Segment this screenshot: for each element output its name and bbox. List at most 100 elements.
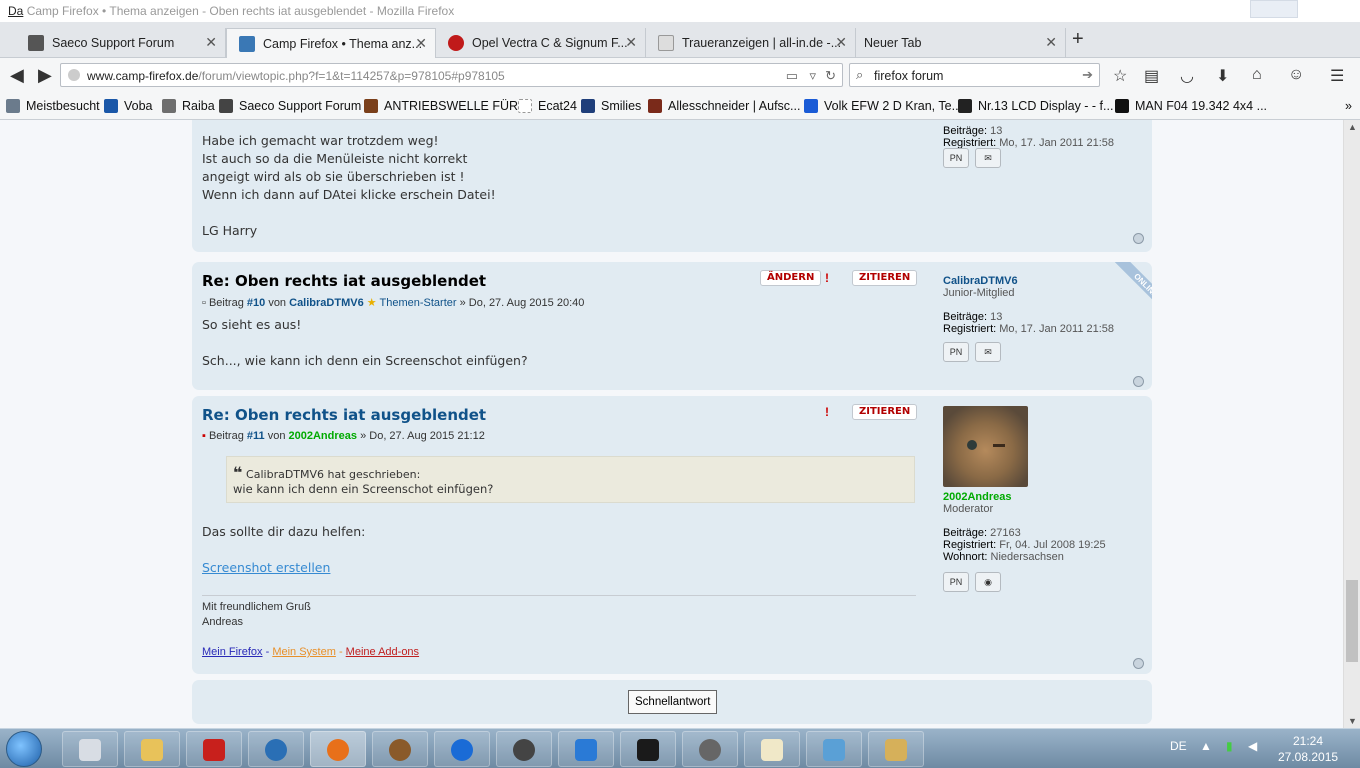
bookmark-smilies[interactable]: Smilies bbox=[581, 99, 641, 113]
search-input[interactable]: firefox forum bbox=[874, 69, 943, 83]
bookmark-voba[interactable]: Voba bbox=[104, 99, 153, 113]
task-explorer-computer[interactable] bbox=[62, 731, 118, 767]
report-icon[interactable]: ! bbox=[819, 404, 835, 420]
bookmark-lcd[interactable]: Nr.13 LCD Display - - f... bbox=[958, 99, 1113, 113]
top-icon[interactable] bbox=[1133, 658, 1144, 669]
bookmarks-menu-icon[interactable]: ▤ bbox=[1144, 66, 1159, 86]
tab-traueranzeigen[interactable]: Traueranzeigen | all-in.de -... ✕ bbox=[646, 28, 856, 58]
site-identity-icon[interactable] bbox=[68, 69, 80, 81]
menu-icon[interactable]: ☰ bbox=[1330, 66, 1344, 86]
dropdown-icon[interactable]: ▿ bbox=[809, 68, 816, 84]
bookmarks-more-button[interactable]: » bbox=[1345, 99, 1352, 113]
hello-icon[interactable]: ☺ bbox=[1288, 66, 1304, 84]
sig-link-mein-firefox[interactable]: Mein Firefox bbox=[202, 646, 263, 658]
post-number-link[interactable]: #11 bbox=[247, 430, 265, 442]
close-icon[interactable]: ✕ bbox=[205, 34, 217, 51]
forward-button[interactable]: ▶ bbox=[38, 65, 52, 86]
task-app-image[interactable] bbox=[806, 731, 862, 767]
close-icon[interactable]: ✕ bbox=[835, 34, 847, 51]
email-button[interactable]: ✉ bbox=[975, 148, 1001, 168]
quick-reply-button[interactable]: Schnellantwort bbox=[628, 690, 718, 714]
man-icon bbox=[1115, 99, 1129, 113]
task-monkey[interactable] bbox=[372, 731, 428, 767]
pm-button[interactable]: PN bbox=[943, 572, 969, 592]
report-icon[interactable]: ! bbox=[819, 270, 835, 286]
task-app-doc[interactable] bbox=[744, 731, 800, 767]
quick-reply-panel: Schnellantwort bbox=[192, 680, 1152, 724]
avatar[interactable] bbox=[943, 406, 1028, 487]
home-icon[interactable]: ⌂ bbox=[1252, 66, 1262, 84]
tab-new[interactable]: Neuer Tab ✕ bbox=[852, 28, 1066, 58]
bookmark-antriebswelle[interactable]: ANTRIEBSWELLE FÜR ... bbox=[364, 99, 532, 113]
profile-name[interactable]: CalibraDTMV6 bbox=[943, 275, 1143, 287]
close-icon[interactable]: ✕ bbox=[415, 35, 427, 52]
task-app-spider[interactable] bbox=[620, 731, 676, 767]
tab-saeco[interactable]: Saeco Support Forum ✕ bbox=[16, 28, 226, 58]
pm-button[interactable]: PN bbox=[943, 342, 969, 362]
tab-camp-firefox[interactable]: Camp Firefox • Thema anz... ✕ bbox=[226, 28, 436, 58]
scroll-down-icon[interactable]: ▼ bbox=[1348, 716, 1357, 726]
page-scrollbar[interactable]: ▲ ▼ bbox=[1343, 120, 1360, 728]
tab-opel[interactable]: Opel Vectra C & Signum F... ✕ bbox=[436, 28, 646, 58]
close-icon[interactable]: ✕ bbox=[625, 34, 637, 51]
top-icon[interactable] bbox=[1133, 376, 1144, 387]
network-icon[interactable]: ▮ bbox=[1226, 739, 1233, 753]
bookmark-man[interactable]: MAN F04 19.342 4x4 ... bbox=[1115, 99, 1267, 113]
bookmark-allesschneider[interactable]: Allesschneider | Aufsc... bbox=[648, 99, 800, 113]
email-button[interactable]: ✉ bbox=[975, 342, 1001, 362]
top-icon[interactable] bbox=[1133, 233, 1144, 244]
quote-button[interactable]: ZITIEREN bbox=[852, 270, 918, 286]
shop-icon bbox=[364, 99, 378, 113]
bookmark-raiba[interactable]: Raiba bbox=[162, 99, 215, 113]
post-partial: Habe ich gemacht war trotzdem weg! Ist a… bbox=[192, 120, 1152, 252]
pm-button[interactable]: PN bbox=[943, 148, 969, 168]
task-app-circle[interactable] bbox=[682, 731, 738, 767]
post-date: » Do, 27. Aug 2015 20:40 bbox=[459, 297, 585, 309]
start-button[interactable] bbox=[6, 731, 42, 767]
task-thunderbird[interactable] bbox=[248, 731, 304, 767]
task-acrobat[interactable] bbox=[186, 731, 242, 767]
signature: Mit freundlichem Gruß Andreas Mein Firef… bbox=[202, 595, 916, 660]
smilies-icon bbox=[581, 99, 595, 113]
search-go-icon[interactable]: ➔ bbox=[1082, 67, 1093, 83]
screenshot-link[interactable]: Screenshot erstellen bbox=[202, 560, 330, 575]
sig-link-meine-addons[interactable]: Meine Add-ons bbox=[346, 646, 419, 658]
task-app-paint[interactable] bbox=[868, 731, 924, 767]
url-bar[interactable]: www.camp-firefox.de/forum/viewtopic.php?… bbox=[60, 63, 843, 87]
task-app-blue[interactable] bbox=[434, 731, 490, 767]
task-app-grey[interactable] bbox=[496, 731, 552, 767]
task-explorer[interactable] bbox=[124, 731, 180, 767]
new-tab-button[interactable]: + bbox=[1072, 28, 1084, 51]
reader-view-icon[interactable]: ▭ bbox=[786, 68, 798, 84]
bookmark-volk[interactable]: Volk EFW 2 D Kran, Te... bbox=[804, 99, 962, 113]
folder-icon bbox=[141, 739, 163, 761]
task-firefox[interactable] bbox=[310, 731, 366, 767]
bookmark-meistbesucht[interactable]: Meistbesucht bbox=[6, 99, 100, 113]
volume-icon[interactable]: ◀ bbox=[1248, 739, 1257, 753]
close-icon[interactable]: ✕ bbox=[1045, 34, 1057, 51]
website-icon[interactable]: ◉ bbox=[975, 572, 1001, 592]
task-app-gamepad[interactable] bbox=[558, 731, 614, 767]
author-link[interactable]: CalibraDTMV6 bbox=[289, 297, 364, 309]
edit-button[interactable]: ÄNDERN bbox=[760, 270, 822, 286]
quote-button[interactable]: ZITIEREN bbox=[852, 404, 918, 420]
pocket-icon[interactable]: ◡ bbox=[1180, 66, 1194, 86]
sig-link-mein-system[interactable]: Mein System bbox=[272, 646, 336, 658]
post-number-link[interactable]: #10 bbox=[247, 297, 265, 309]
search-bar[interactable]: ⌕ firefox forum ➔ bbox=[849, 63, 1100, 87]
author-link[interactable]: 2002Andreas bbox=[289, 430, 358, 442]
scroll-up-icon[interactable]: ▲ bbox=[1348, 122, 1357, 132]
reload-icon[interactable]: ↻ bbox=[825, 68, 836, 84]
taskbar-clock[interactable]: 21:24 27.08.2015 bbox=[1278, 733, 1338, 765]
scrollbar-thumb[interactable] bbox=[1346, 580, 1358, 662]
post-title[interactable]: Re: Oben rechts iat ausgeblendet bbox=[202, 406, 917, 424]
tray-expand-icon[interactable]: ▲ bbox=[1200, 739, 1212, 753]
bookmark-ecat24[interactable]: Ecat24 bbox=[518, 99, 577, 113]
language-indicator[interactable]: DE bbox=[1170, 739, 1187, 753]
profile-name[interactable]: 2002Andreas bbox=[943, 491, 1143, 503]
back-button[interactable]: ◀ bbox=[10, 65, 24, 86]
bookmark-star-icon[interactable]: ☆ bbox=[1113, 66, 1127, 86]
downloads-icon[interactable]: ⬇ bbox=[1216, 66, 1229, 86]
bookmark-saeco[interactable]: Saeco Support Forum bbox=[219, 99, 361, 113]
window-controls[interactable] bbox=[1250, 0, 1298, 18]
